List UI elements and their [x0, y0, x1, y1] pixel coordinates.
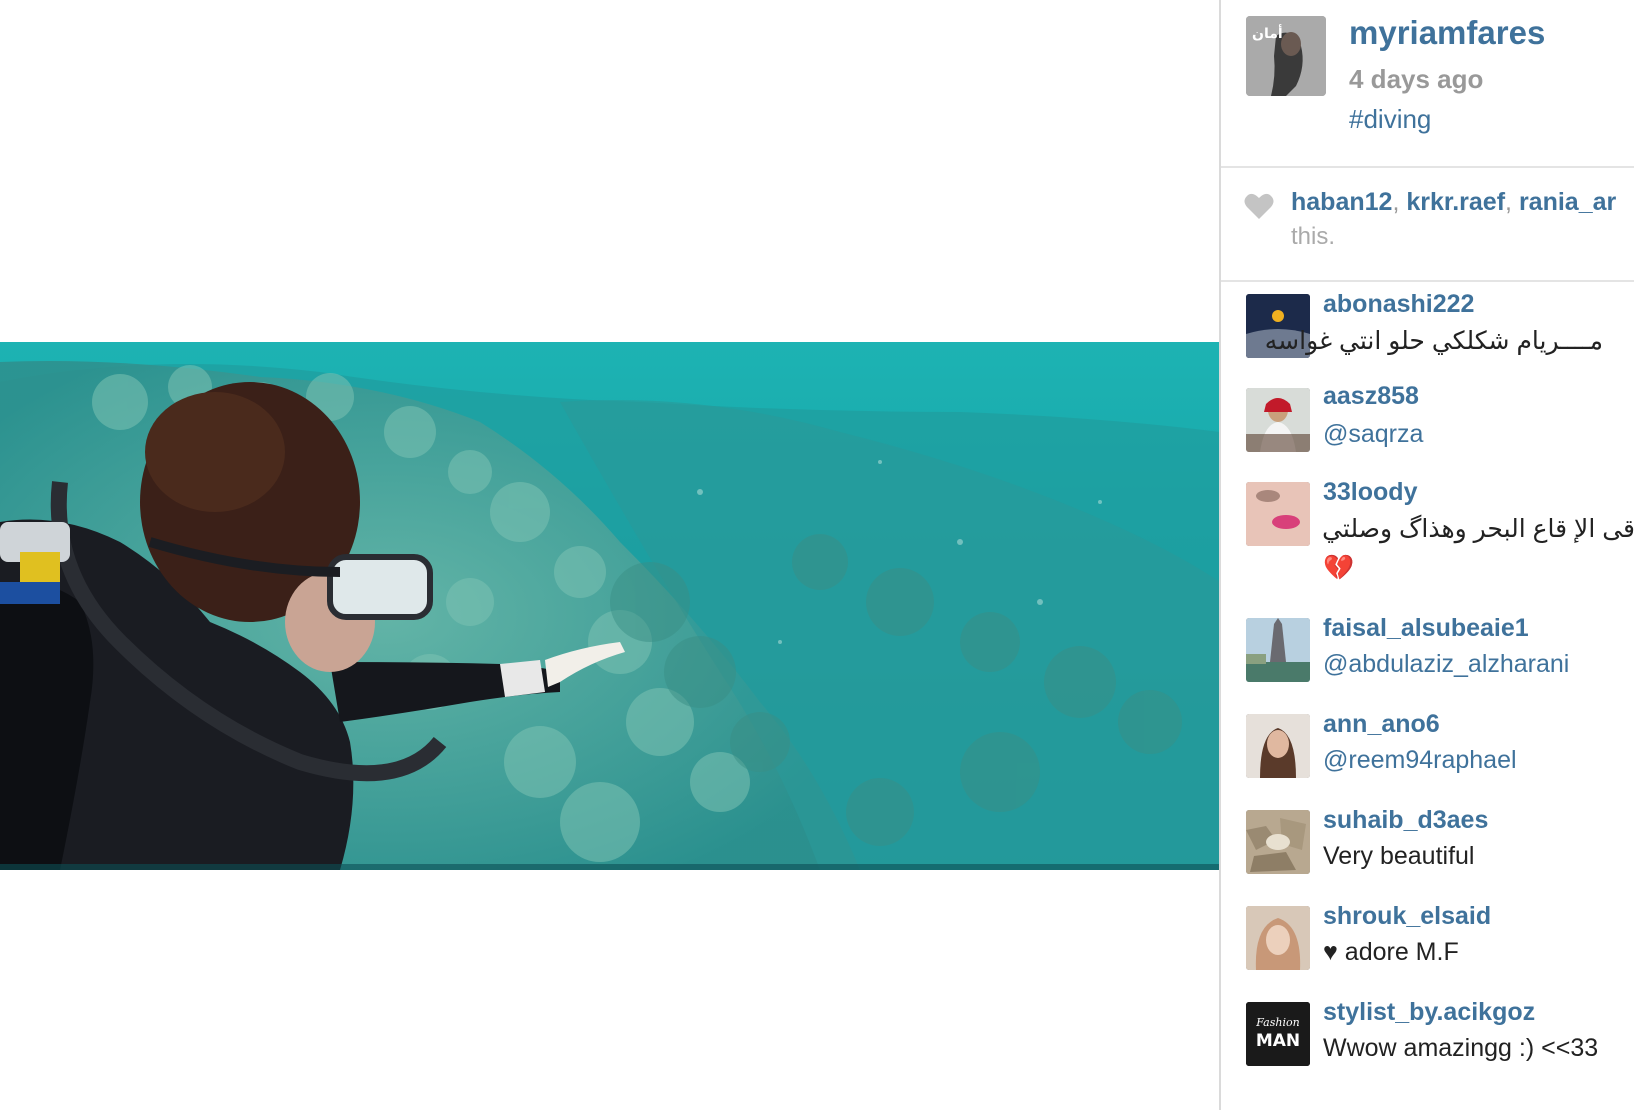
comment-mention[interactable]: @saqrza	[1323, 420, 1423, 449]
commenter-username[interactable]: ann_ano6	[1323, 710, 1440, 739]
post-caption-hashtag[interactable]: #diving	[1349, 104, 1431, 135]
commenter-avatar[interactable]	[1246, 388, 1310, 452]
commenter-avatar-image	[1246, 810, 1310, 874]
commenter-avatar-image	[1246, 388, 1310, 452]
avatar-text-bottom: MAN	[1256, 1031, 1300, 1051]
commenter-username[interactable]: aasz858	[1323, 382, 1419, 411]
avatar-text-top: Fashion	[1255, 1016, 1299, 1029]
commenter-avatar-image	[1246, 714, 1310, 778]
heart-icon[interactable]	[1244, 192, 1274, 220]
underwater-diver-image	[0, 342, 1220, 870]
likers-list: haban12, krkr.raef, rania_ar	[1291, 188, 1616, 217]
commenter-avatar[interactable]	[1246, 482, 1310, 546]
owner-avatar-text: أمان	[1252, 24, 1283, 42]
comment-mention[interactable]: @reem94raphael	[1323, 746, 1517, 775]
owner-avatar-image: أمان	[1246, 16, 1326, 96]
commenter-avatar[interactable]	[1246, 714, 1310, 778]
comment-text: Wwow amazingg :) <<33	[1323, 1034, 1599, 1062]
commenter-username[interactable]: suhaib_d3aes	[1323, 806, 1488, 835]
commenter-avatar-image	[1246, 906, 1310, 970]
comment-text: مــــريام شكلكي حلو انتي غواسه	[1264, 327, 1603, 355]
comment-text: ♥ adore M.F	[1323, 938, 1459, 966]
liker-separator: ,	[1505, 188, 1512, 216]
comment-text: قى الإ قاع البحر وهذاگ وصلتي له	[1323, 515, 1634, 543]
commenter-avatar-image	[1246, 482, 1310, 546]
commenter-avatar-image: Fashion MAN	[1246, 1002, 1310, 1066]
media-area	[0, 0, 1220, 1110]
comment-mention[interactable]: @abdulaziz_alzharani	[1323, 650, 1569, 679]
commenter-avatar[interactable]	[1246, 906, 1310, 970]
post-sidebar: أمان myriamfares 4 days ago #diving haba…	[1219, 0, 1634, 1110]
liker-username[interactable]: haban12	[1291, 188, 1392, 216]
post-header: أمان myriamfares 4 days ago #diving	[1221, 0, 1634, 168]
comment-text: Very beautiful	[1323, 842, 1475, 870]
commenter-username[interactable]: faisal_alsubeaie1	[1323, 614, 1529, 643]
post-timestamp[interactable]: 4 days ago	[1349, 64, 1483, 95]
liker-separator: ,	[1392, 188, 1400, 216]
commenter-avatar[interactable]: Fashion MAN	[1246, 1002, 1310, 1066]
commenter-avatar[interactable]	[1246, 618, 1310, 682]
owner-username[interactable]: myriamfares	[1349, 14, 1545, 52]
page: أمان myriamfares 4 days ago #diving haba…	[0, 0, 1634, 1110]
commenter-avatar-image	[1246, 618, 1310, 682]
commenter-username[interactable]: 33loody	[1323, 478, 1417, 507]
commenter-avatar[interactable]	[1246, 810, 1310, 874]
commenter-username[interactable]: stylist_by.acikgoz	[1323, 998, 1535, 1027]
likes-tail-text: this.	[1291, 223, 1336, 250]
owner-avatar[interactable]: أمان	[1246, 16, 1326, 96]
post-photo[interactable]	[0, 342, 1220, 870]
commenter-username[interactable]: shrouk_elsaid	[1323, 902, 1491, 931]
liker-username[interactable]: rania_ar	[1519, 188, 1616, 216]
commenter-username[interactable]: abonashi222	[1323, 290, 1474, 319]
likes-section: haban12, krkr.raef, rania_ar this.	[1221, 166, 1634, 282]
liker-username[interactable]: krkr.raef	[1406, 188, 1505, 216]
comment-emoji-broken-heart: 💔	[1323, 554, 1355, 582]
